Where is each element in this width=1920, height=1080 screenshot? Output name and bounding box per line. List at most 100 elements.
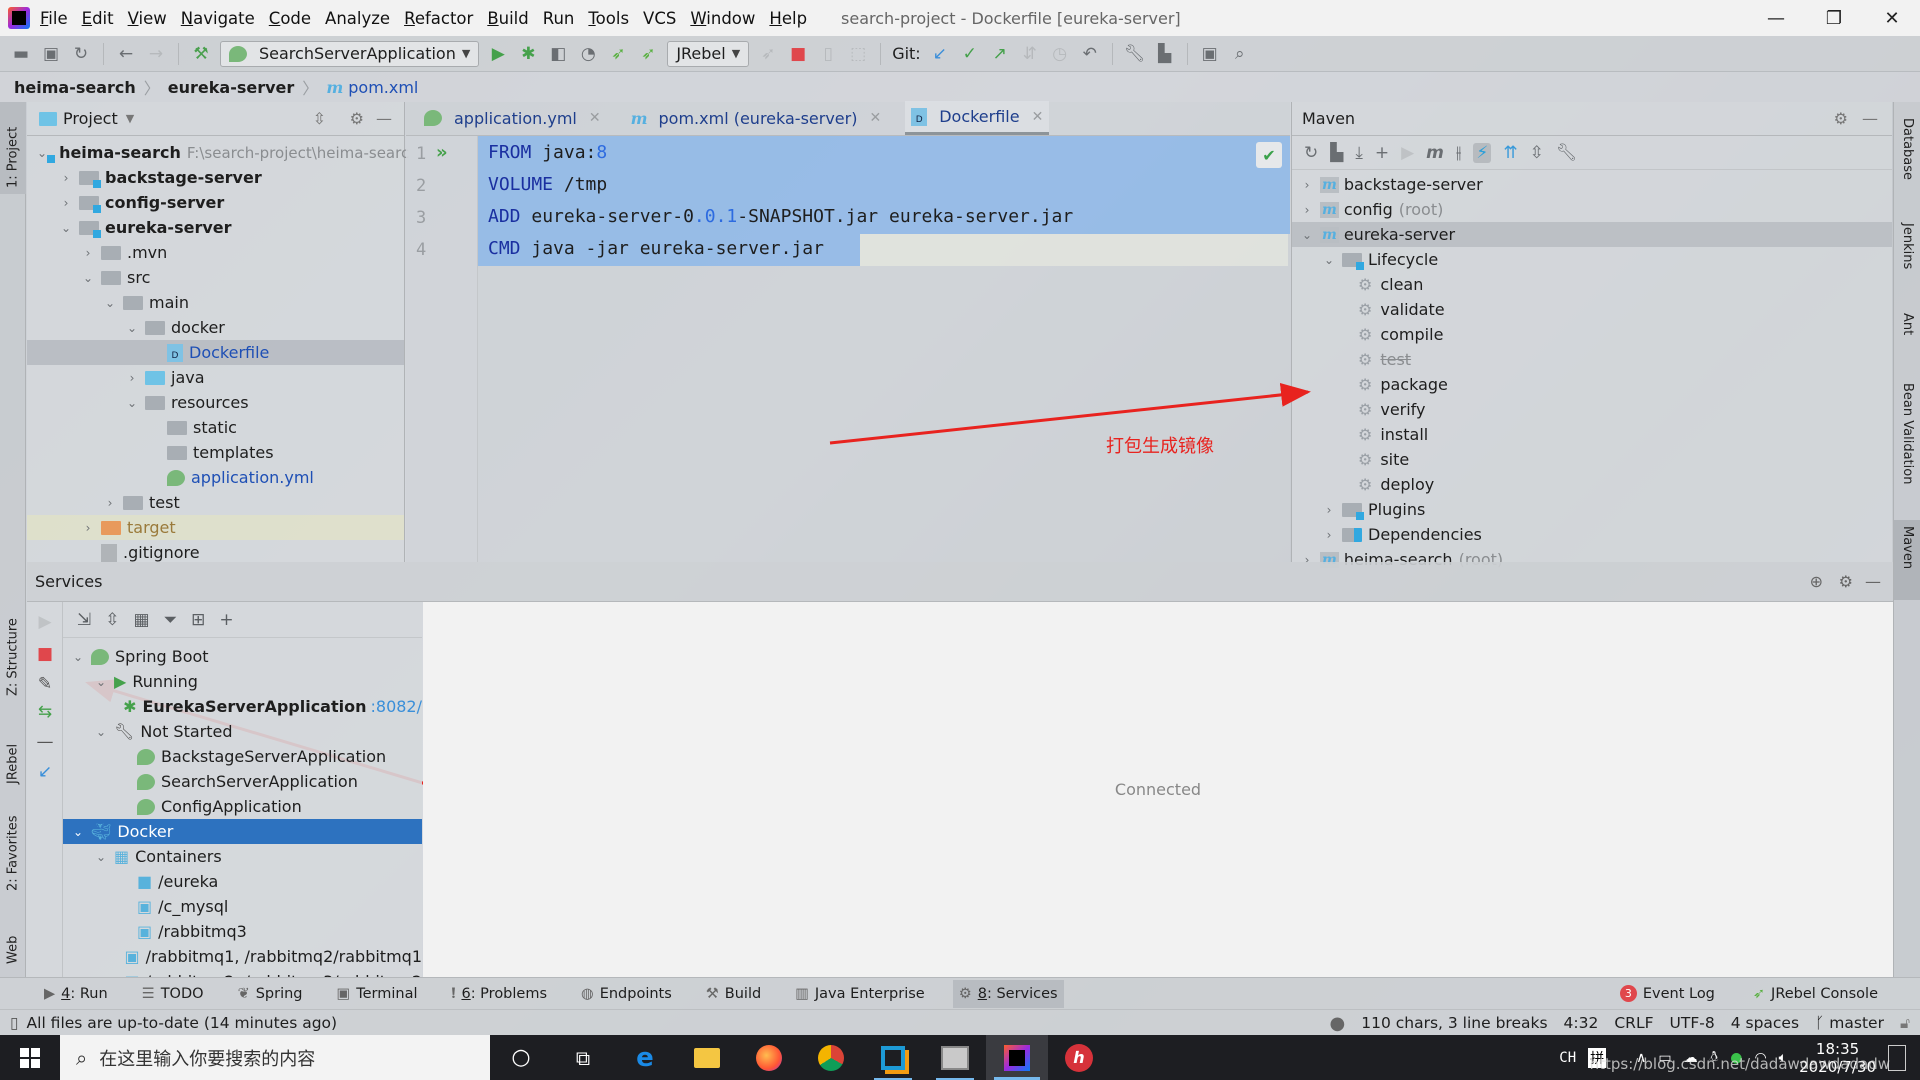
chevron-right-icon[interactable]: › <box>1322 503 1336 517</box>
chevron-down-icon[interactable]: ⌄ <box>59 221 73 235</box>
tool-tab-problems[interactable]: ❗︎ 6: Problems <box>446 980 554 1008</box>
jrebel-tool-tab[interactable]: JRebel <box>0 710 26 790</box>
menu-help[interactable]: Help <box>769 9 807 28</box>
project-tree-item[interactable]: ⌄ resources <box>27 390 404 415</box>
web-tool-tab[interactable]: Web <box>0 910 26 970</box>
generate-sources-icon[interactable]: ▙ <box>1330 143 1343 163</box>
project-tree-item[interactable]: templates <box>27 440 404 465</box>
group-by-icon[interactable]: ▦ <box>134 610 150 630</box>
maven-tree-item[interactable]: ⚙ validate <box>1292 297 1892 322</box>
maven-tree-item[interactable]: ⚙ package <box>1292 372 1892 397</box>
menu-vcs[interactable]: VCS <box>643 9 676 28</box>
chevron-down-icon[interactable]: ⌄ <box>37 146 47 160</box>
sdk-icon[interactable]: ⬚ <box>847 43 869 65</box>
maven-tree-item[interactable]: › Dependencies <box>1292 522 1892 547</box>
menu-file[interactable]: File <box>40 9 68 28</box>
project-tree-item[interactable]: › backstage-server <box>27 165 404 190</box>
jrebel-debug-icon[interactable]: ➶ <box>637 43 659 65</box>
jrebel-console-tab[interactable]: ➶ JRebel Console <box>1747 980 1884 1008</box>
menu-tools[interactable]: Tools <box>588 9 629 28</box>
chevron-down-icon[interactable]: ⌄ <box>94 675 108 689</box>
close-tab-icon[interactable]: ✕ <box>589 110 601 126</box>
git-compare-icon[interactable]: ⇵ <box>1019 43 1041 65</box>
menu-analyze[interactable]: Analyze <box>325 9 390 28</box>
project-tree-item[interactable]: D Dockerfile <box>27 340 404 365</box>
chevron-down-icon[interactable]: ⌄ <box>71 650 85 664</box>
git-update-icon[interactable]: ↙ <box>929 43 951 65</box>
project-tree-item[interactable]: ⌄ docker <box>27 315 404 340</box>
indent-setting[interactable]: 4 spaces <box>1731 1014 1799 1032</box>
chevron-right-icon[interactable]: › <box>1300 203 1314 217</box>
maven-tree-item[interactable]: › m config (root) <box>1292 197 1892 222</box>
service-tree-item[interactable]: ⌄ ▦ Containers <box>63 844 422 869</box>
taskbar-vmware[interactable] <box>862 1035 924 1080</box>
tool-tab-terminal[interactable]: ▣ Terminal <box>331 980 424 1008</box>
chevron-right-icon[interactable]: › <box>59 196 73 210</box>
inspection-ok-icon[interactable]: ✔ <box>1256 142 1282 168</box>
build-hammer-icon[interactable]: ⚒ <box>190 43 212 65</box>
tab-application-yml[interactable]: application.yml ✕ <box>418 101 607 135</box>
taskbar-search[interactable]: ⌕ 在这里输入你要搜索的内容 <box>60 1035 490 1080</box>
service-tree-item[interactable]: ⌄ 🐳︎ Docker <box>63 819 422 844</box>
menu-run[interactable]: Run <box>543 9 575 28</box>
taskbar-app2[interactable]: ℎ <box>1048 1035 1110 1080</box>
sync-icon[interactable]: ↻ <box>70 43 92 65</box>
caret-position[interactable]: 4:32 <box>1564 1014 1599 1032</box>
chevron-down-icon[interactable]: ⌄ <box>81 271 95 285</box>
history-icon[interactable]: ◷ <box>1049 43 1071 65</box>
service-tree-item[interactable]: ⌄ 🔧︎ Not Started <box>63 719 422 744</box>
maven-tool-tab[interactable]: Maven <box>1894 520 1920 600</box>
collapse-all-icon[interactable]: ⇳ <box>1530 143 1544 163</box>
run-icon[interactable]: ▶ <box>487 43 509 65</box>
chevron-right-icon[interactable]: › <box>81 521 95 535</box>
chevron-down-icon[interactable]: ⌄ <box>103 296 117 310</box>
execute-goal-icon[interactable]: m <box>1426 143 1444 163</box>
git-branch[interactable]: ᚴ master <box>1815 1014 1884 1032</box>
menu-build[interactable]: Build <box>487 9 528 28</box>
edit-config-icon[interactable]: ✎ <box>35 674 55 694</box>
coverage-icon[interactable]: ◧ <box>547 43 569 65</box>
project-tree-item[interactable]: › .mvn <box>27 240 404 265</box>
service-tree-item[interactable]: SearchServerApplication <box>63 769 422 794</box>
minus-icon[interactable]: — <box>35 732 55 752</box>
taskbar-app[interactable] <box>924 1035 986 1080</box>
open-folder-icon[interactable]: ▬ <box>10 43 32 65</box>
forward-icon[interactable]: → <box>145 43 167 65</box>
show-dependencies-icon[interactable]: ⇈ <box>1503 143 1517 163</box>
maven-tree-item[interactable]: ⚙ test <box>1292 347 1892 372</box>
project-tree-item[interactable]: ⌄ main <box>27 290 404 315</box>
settings-wrench-icon[interactable]: 🔧︎ <box>1124 43 1146 65</box>
maven-tree-item[interactable]: ⚙ site <box>1292 447 1892 472</box>
hide-icon[interactable]: — <box>1862 109 1878 128</box>
selection-info[interactable]: 110 chars, 3 line breaks <box>1361 1014 1547 1032</box>
chevron-right-icon[interactable]: › <box>59 171 73 185</box>
tool-tab-build[interactable]: ⚒ Build <box>700 980 767 1008</box>
device-icon[interactable]: ▯ <box>817 43 839 65</box>
project-tree-item[interactable]: ⌄ src <box>27 265 404 290</box>
breadcrumb-item[interactable]: pom.xml <box>348 78 418 97</box>
ime-language[interactable]: CH <box>1559 1050 1576 1066</box>
stop-icon[interactable]: ■ <box>35 644 55 664</box>
stop-icon[interactable]: ■ <box>787 43 809 65</box>
run-gutter-icon[interactable]: » <box>436 142 448 163</box>
menu-window[interactable]: Window <box>690 9 755 28</box>
minimize-button[interactable]: — <box>1747 0 1805 36</box>
add-project-icon[interactable]: + <box>1375 143 1389 163</box>
service-tree-item[interactable]: ⌄ Spring Boot <box>63 644 422 669</box>
maven-tree-item[interactable]: ⚙ deploy <box>1292 472 1892 497</box>
reimport-icon[interactable]: ↻ <box>1304 143 1318 163</box>
chevron-down-icon[interactable]: ▼ <box>126 112 134 125</box>
gear-icon[interactable]: ⚙ <box>350 109 364 128</box>
chevron-down-icon[interactable]: ⌄ <box>94 850 108 864</box>
maven-tree-item[interactable]: ⚙ install <box>1292 422 1892 447</box>
service-tree-item[interactable]: ⌄ ▶ Running <box>63 669 422 694</box>
service-tree-item[interactable]: ▣/c_mysql <box>63 894 422 919</box>
memory-indicator-icon[interactable]: ● <box>1330 1013 1346 1034</box>
service-tree-item[interactable]: ConfigApplication <box>63 794 422 819</box>
structure-tool-tab[interactable]: Z: Structure <box>0 592 26 702</box>
chevron-down-icon[interactable]: ⌄ <box>1322 253 1336 267</box>
open-in-tab-icon[interactable]: ↙ <box>35 762 55 782</box>
service-tree-item[interactable]: BackstageServerApplication <box>63 744 422 769</box>
tab-pom-xml[interactable]: m pom.xml (eureka-server) ✕ <box>625 101 888 135</box>
start-button[interactable] <box>0 1035 60 1080</box>
